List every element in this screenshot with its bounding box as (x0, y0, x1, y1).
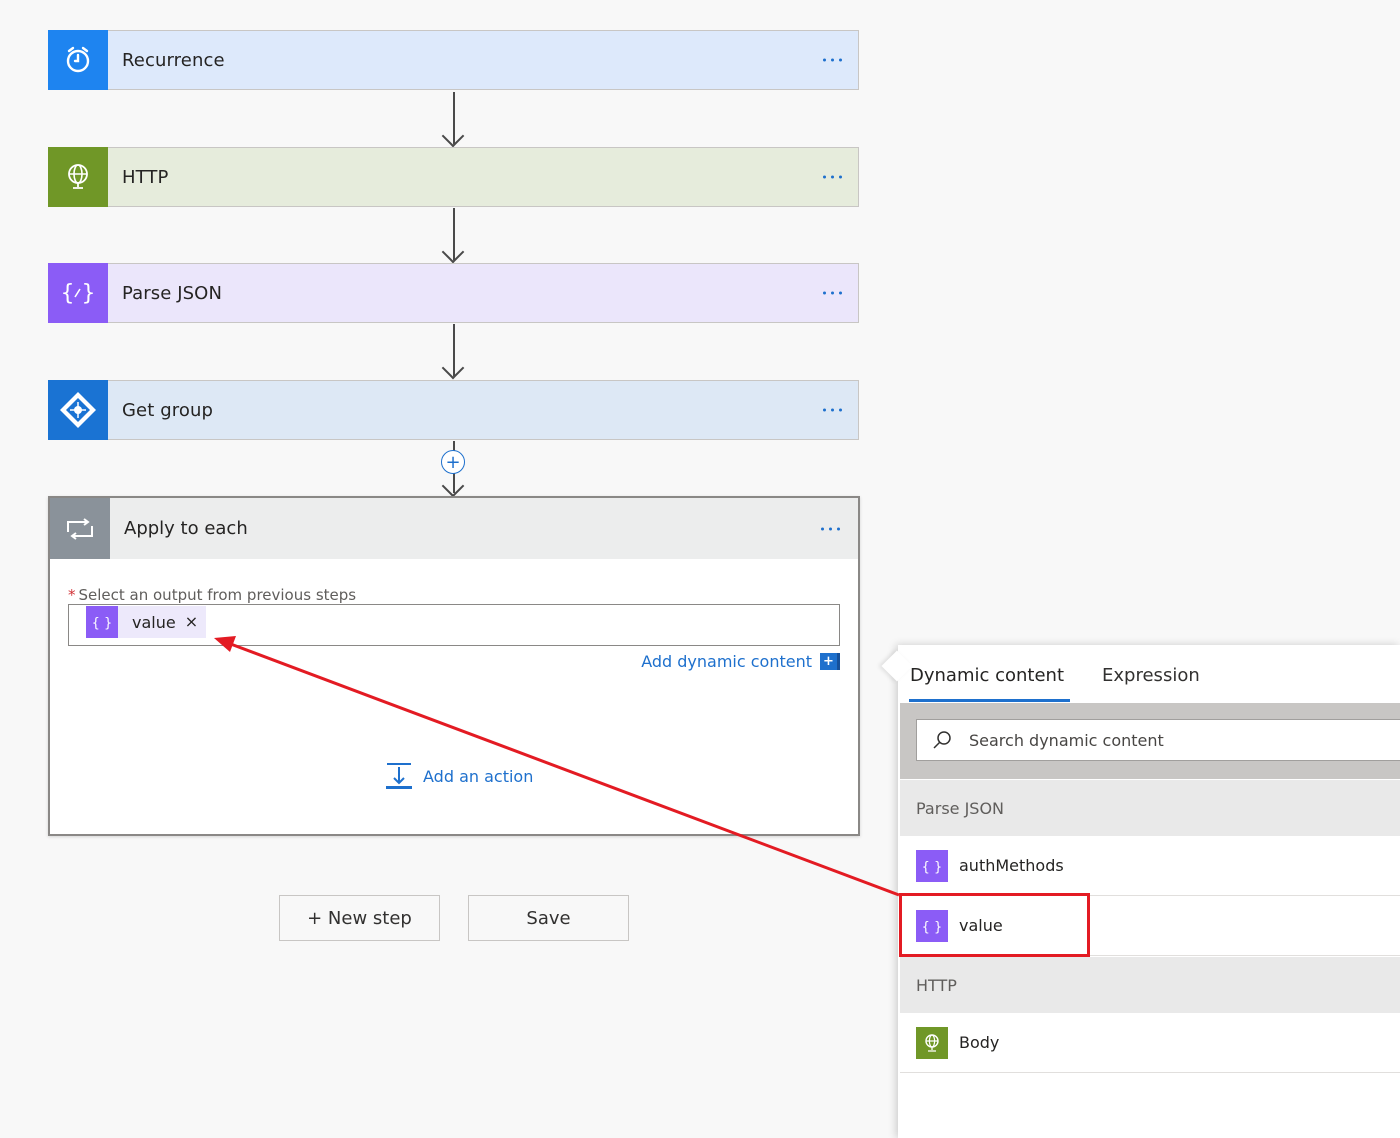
svg-text:{ }: { } (922, 860, 942, 875)
apply-to-each-container: Apply to each * Select an output from pre… (48, 496, 860, 836)
dynamic-item-authmethods[interactable]: { } authMethods (900, 836, 1400, 896)
globe-icon (48, 146, 108, 207)
loop-arrows-icon (50, 498, 110, 559)
token-label: value (132, 612, 176, 632)
field-label-text: Select an output from previous steps (78, 586, 357, 604)
json-braces-icon: { } (916, 849, 948, 882)
more-options-button[interactable] (821, 403, 844, 418)
search-area (900, 703, 1400, 779)
add-an-action-button[interactable]: Add an action (385, 762, 533, 790)
add-action-label: Add an action (423, 766, 534, 786)
step-recurrence[interactable]: Recurrence (48, 29, 859, 90)
step-title: Recurrence (122, 49, 225, 71)
search-icon (933, 731, 951, 749)
panel-tabs: Dynamic content Expression (898, 645, 1400, 703)
more-options-button[interactable] (819, 521, 842, 536)
dynamic-item-body[interactable]: Body (900, 1013, 1400, 1073)
step-parse-json[interactable]: { } Parse JSON (48, 262, 859, 323)
item-label: authMethods (959, 856, 1064, 875)
remove-token-button[interactable]: × (185, 614, 198, 630)
alarm-clock-icon (48, 29, 108, 90)
item-label: value (959, 916, 1003, 935)
globe-icon (916, 1026, 948, 1059)
item-label: Body (959, 1033, 1000, 1052)
step-get-group[interactable]: Get group (48, 379, 859, 440)
more-options-button[interactable] (821, 53, 844, 68)
step-title: Parse JSON (122, 282, 223, 304)
output-select-input[interactable]: { } value × (68, 604, 840, 646)
apply-to-each-header[interactable]: Apply to each (50, 498, 858, 559)
group-header-http: HTTP (900, 957, 1400, 1013)
add-action-icon (386, 763, 412, 789)
azure-ad-diamond-icon (48, 379, 108, 440)
step-title: Get group (122, 399, 213, 421)
search-input[interactable] (967, 729, 1351, 751)
group-header-parse-json: Parse JSON (900, 780, 1400, 836)
dynamic-content-panel: Dynamic content Expression Parse JSON { … (881, 645, 1400, 1138)
add-dynamic-content-link[interactable]: Add dynamic content + (641, 652, 840, 671)
json-braces-icon: { } (916, 909, 948, 942)
save-button[interactable]: Save (468, 895, 629, 941)
search-box[interactable] (916, 719, 1400, 761)
required-mark: * (68, 586, 76, 604)
add-dynamic-label: Add dynamic content (641, 652, 812, 671)
dynamic-item-value[interactable]: { } value (900, 896, 1400, 956)
tab-expression[interactable]: Expression (1102, 645, 1200, 703)
json-braces-icon: { } (86, 606, 118, 638)
svg-text:{ }: { } (922, 920, 942, 935)
step-title: Apply to each (124, 518, 248, 539)
step-http[interactable]: HTTP (48, 146, 859, 207)
more-options-button[interactable] (821, 170, 844, 185)
new-step-button[interactable]: + New step (279, 895, 440, 941)
plus-icon: + (820, 653, 840, 670)
svg-text:{ }: { } (92, 616, 112, 631)
step-title: HTTP (122, 166, 169, 188)
more-options-button[interactable] (821, 286, 844, 301)
json-braces-icon: { } (48, 262, 108, 323)
tab-dynamic-content[interactable]: Dynamic content (908, 645, 1071, 703)
dynamic-token[interactable]: { } value × (86, 606, 206, 638)
insert-step-button[interactable]: + (441, 450, 465, 474)
field-label: * Select an output from previous steps (68, 586, 356, 604)
